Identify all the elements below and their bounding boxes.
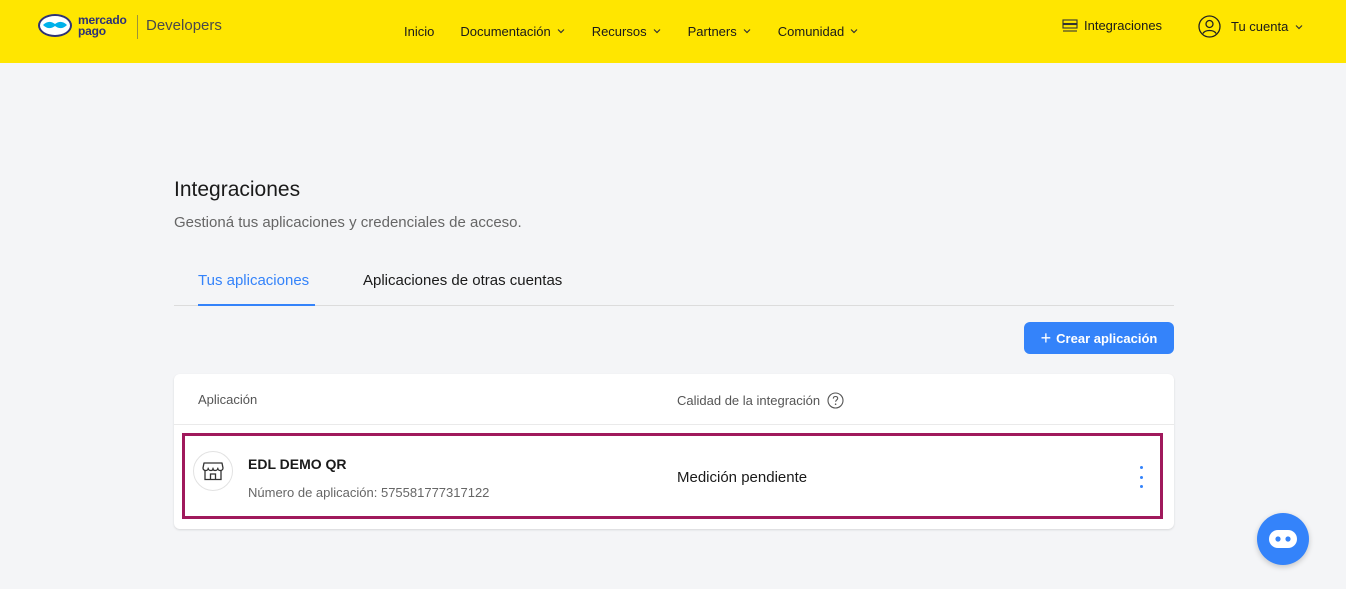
kebab-icon[interactable] — [1135, 466, 1147, 488]
logo-wordmark: mercado pago — [78, 14, 127, 38]
app-name[interactable]: EDL DEMO QR — [248, 456, 347, 472]
kebab-dot — [1139, 485, 1143, 488]
active-tab-indicator — [198, 304, 315, 306]
question-circle-icon[interactable] — [827, 392, 844, 409]
create-application-label: Crear aplicación — [1056, 330, 1158, 346]
chevron-down-icon — [1295, 24, 1303, 29]
nav-item-inicio[interactable]: Inicio — [404, 22, 434, 40]
chatbot-button[interactable] — [1257, 513, 1309, 565]
header-integrations-label: Integraciones — [1084, 18, 1163, 33]
tabs-bar: Tus aplicaciones Aplicaciones de otras c… — [174, 262, 1174, 306]
header-integrations-link[interactable]: Integraciones — [1062, 18, 1162, 33]
create-application-button[interactable]: + Crear aplicación — [1024, 322, 1174, 354]
kebab-dot — [1139, 466, 1143, 469]
page-subtitle: Gestioná tus aplicaciones y credenciales… — [174, 214, 522, 231]
chatbot-icon — [1269, 530, 1297, 548]
kebab-dot — [1139, 475, 1143, 479]
page-title: Integraciones — [174, 178, 301, 201]
app-avatar — [193, 451, 233, 491]
chevron-down-icon — [850, 29, 858, 34]
nav-item-label: Inicio — [404, 23, 435, 39]
handshake-logo-icon — [38, 14, 72, 37]
chevron-down-icon — [557, 29, 565, 34]
logo-divider — [137, 15, 138, 39]
tab-aplicaciones-otras-cuentas[interactable]: Aplicaciones de otras cuentas — [363, 272, 562, 289]
nav-item-label: Documentación — [460, 23, 551, 39]
nav-item-label: Comunidad — [777, 23, 845, 39]
applications-table: Aplicación Calidad de la integración EDL… — [174, 374, 1174, 529]
chevron-down-icon — [653, 29, 661, 34]
column-header-quality-label: Calidad de la integración — [677, 393, 821, 408]
nav-item-documentacion[interactable]: Documentación — [460, 22, 565, 40]
app-number: Número de aplicación: 575581777317122 — [248, 485, 490, 500]
user-circle-icon — [1198, 15, 1221, 38]
nav-item-comunidad[interactable]: Comunidad — [778, 22, 860, 40]
nav-item-recursos[interactable]: Recursos — [592, 22, 662, 40]
nav-item-partners[interactable]: Partners — [688, 22, 752, 40]
plus-icon: + — [1040, 328, 1052, 348]
column-header-application: Aplicación — [198, 392, 258, 407]
table-row[interactable]: EDL DEMO QR Número de aplicación: 575581… — [182, 433, 1163, 519]
chevron-down-icon — [743, 29, 751, 34]
store-icon — [202, 462, 224, 481]
nav-item-label: Partners — [687, 23, 737, 39]
logo-text-line2: pago — [78, 23, 106, 38]
table-header: Aplicación Calidad de la integración — [174, 374, 1174, 425]
list-icon — [1062, 18, 1078, 32]
nav-item-label: Recursos — [591, 23, 647, 39]
mercadopago-logo[interactable]: mercado pago — [37, 13, 127, 38]
account-label: Tu cuenta — [1231, 19, 1289, 34]
account-menu[interactable]: Tu cuenta — [1198, 15, 1304, 38]
integration-quality-status: Medición pendiente — [677, 469, 808, 486]
tab-tus-aplicaciones[interactable]: Tus aplicaciones — [198, 272, 309, 289]
column-header-quality: Calidad de la integración — [677, 392, 844, 409]
developers-label: Developers — [146, 17, 222, 34]
top-header: mercado pago Developers Inicio Documenta… — [0, 0, 1346, 63]
main-nav: Inicio Documentación Recursos Partners C… — [404, 22, 885, 40]
